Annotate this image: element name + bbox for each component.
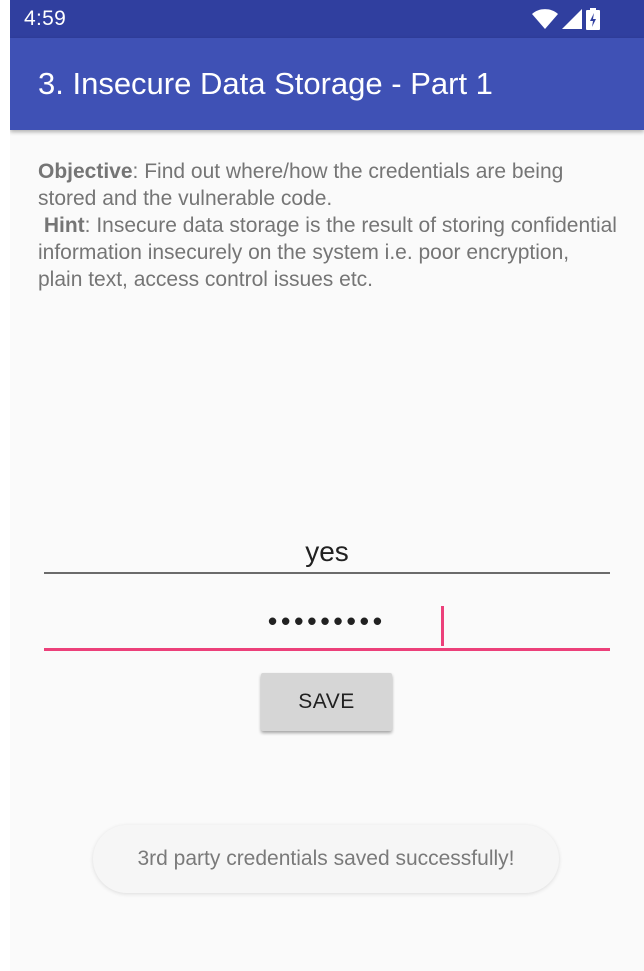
hint-text: : Insecure data storage is the result of…: [38, 214, 617, 291]
status-time: 4:59: [24, 7, 67, 30]
password-underline: [44, 648, 610, 651]
app-title: 3. Insecure Data Storage - Part 1: [38, 66, 493, 101]
save-button[interactable]: SAVE: [261, 673, 392, 731]
username-value: yes: [305, 536, 349, 567]
description-text: Objective: Find out where/how the creden…: [38, 158, 618, 293]
signal-icon: [562, 9, 582, 29]
screen-edge: [0, 0, 10, 971]
username-underline: [44, 572, 610, 574]
text-cursor: [441, 606, 444, 646]
hint-label: Hint: [43, 214, 85, 237]
password-field[interactable]: •••••••••: [44, 602, 610, 651]
username-field[interactable]: yes: [44, 530, 610, 574]
phone-screen: 4:59 3. Insecure Data Storage - Part 1 O…: [10, 0, 644, 971]
status-icons: [532, 8, 600, 30]
battery-icon: [586, 8, 600, 30]
app-bar: 3. Insecure Data Storage - Part 1: [10, 38, 644, 130]
status-bar: 4:59: [10, 0, 644, 38]
password-value: •••••••••: [268, 606, 386, 636]
wifi-icon: [532, 9, 558, 29]
toast-message: 3rd party credentials saved successfully…: [93, 825, 559, 893]
objective-label: Objective: [38, 160, 133, 183]
